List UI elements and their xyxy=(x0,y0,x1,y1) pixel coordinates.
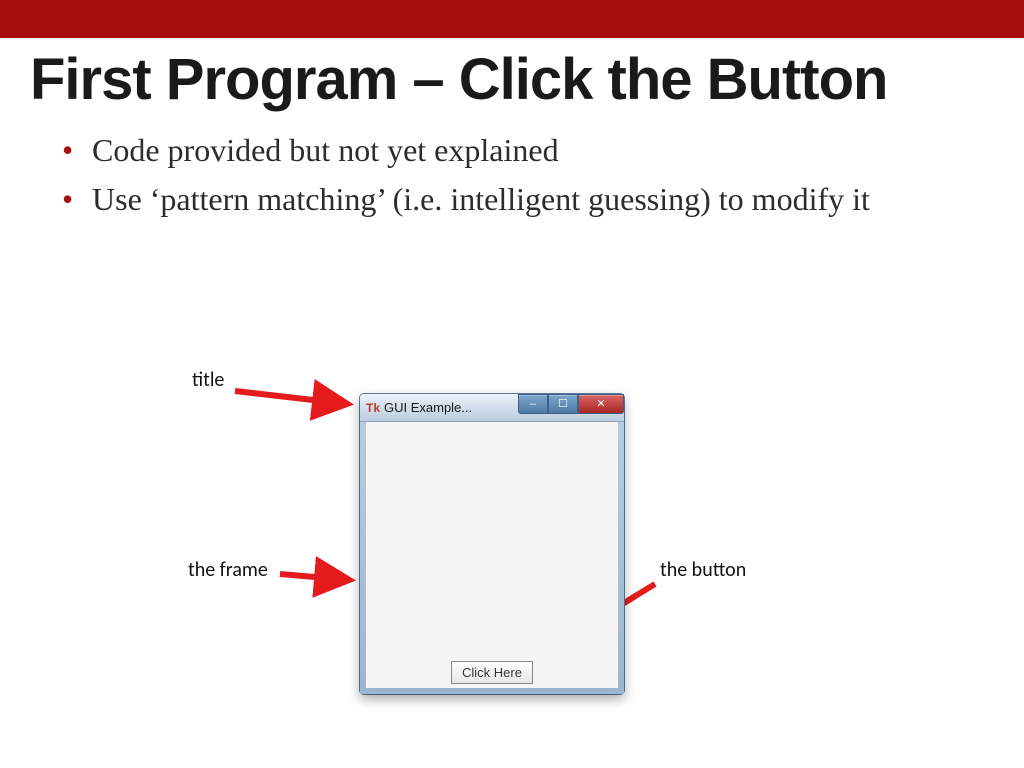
tk-icon: Tk xyxy=(366,401,380,415)
bullet-2: Use ‘pattern matching’ (i.e. intelligent… xyxy=(70,178,984,221)
click-here-button[interactable]: Click Here xyxy=(451,661,533,684)
window-titlebar: Tk GUI Example... – ☐ ✕ xyxy=(360,394,624,422)
window-controls: – ☐ ✕ xyxy=(518,394,624,414)
window-title-text: GUI Example... xyxy=(384,400,518,415)
gui-window: Tk GUI Example... – ☐ ✕ Click Here xyxy=(360,394,624,694)
accent-bar xyxy=(0,0,1024,38)
minimize-button[interactable]: – xyxy=(518,394,548,414)
close-button[interactable]: ✕ xyxy=(578,394,624,414)
diagram-area: title the frame the button Tk GUI Exampl… xyxy=(160,352,850,712)
bullet-1: Code provided but not yet explained xyxy=(70,129,984,172)
slide-title: First Program – Click the Button xyxy=(30,46,994,113)
bullet-list: Code provided but not yet explained Use … xyxy=(40,129,984,221)
window-client-area: Click Here xyxy=(360,422,624,694)
maximize-button[interactable]: ☐ xyxy=(548,394,578,414)
